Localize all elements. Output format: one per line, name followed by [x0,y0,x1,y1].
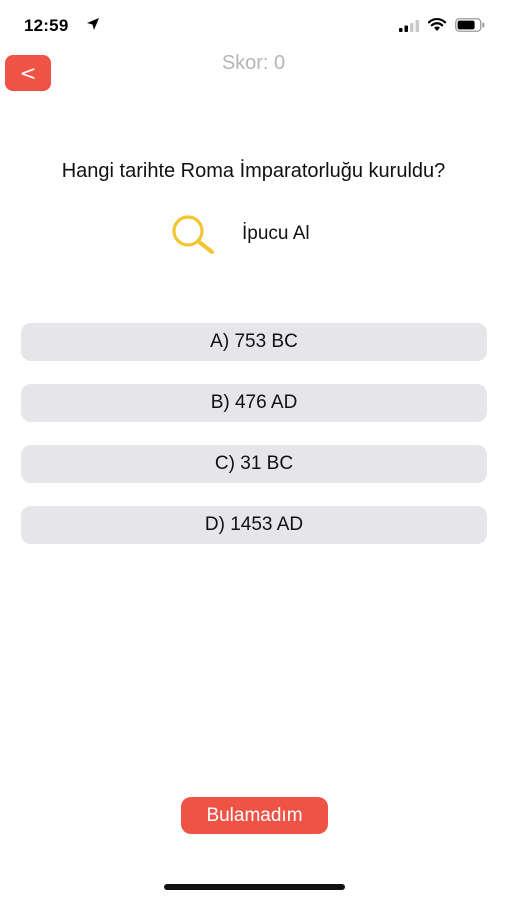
option-b-button[interactable]: B) 476 AD [21,384,487,422]
hint-label: İpucu Al [242,223,310,244]
score-label: Skor: 0 [221,52,286,74]
hint-button[interactable]: İpucu Al [168,212,348,256]
home-indicator[interactable] [164,884,345,890]
battery-icon [455,18,485,32]
option-c-button[interactable]: C) 31 BC [21,445,487,483]
option-d-button[interactable]: D) 1453 AD [21,506,487,544]
magnifier-icon [172,215,214,254]
signal-icon [399,20,419,32]
answer-options: A) 753 BC B) 476 AD C) 31 BC D) 1453 AD [21,323,487,567]
option-a-button[interactable]: A) 753 BC [21,323,487,361]
status-bar: 12:59 [0,0,507,50]
status-time: 12:59 [24,16,69,35]
question-text: Hangi tarihte Roma İmparatorluğu kuruldu… [61,160,446,182]
wifi-icon [427,18,447,31]
give-up-button[interactable]: Bulamadım [181,797,328,834]
location-arrow-icon [87,18,99,30]
